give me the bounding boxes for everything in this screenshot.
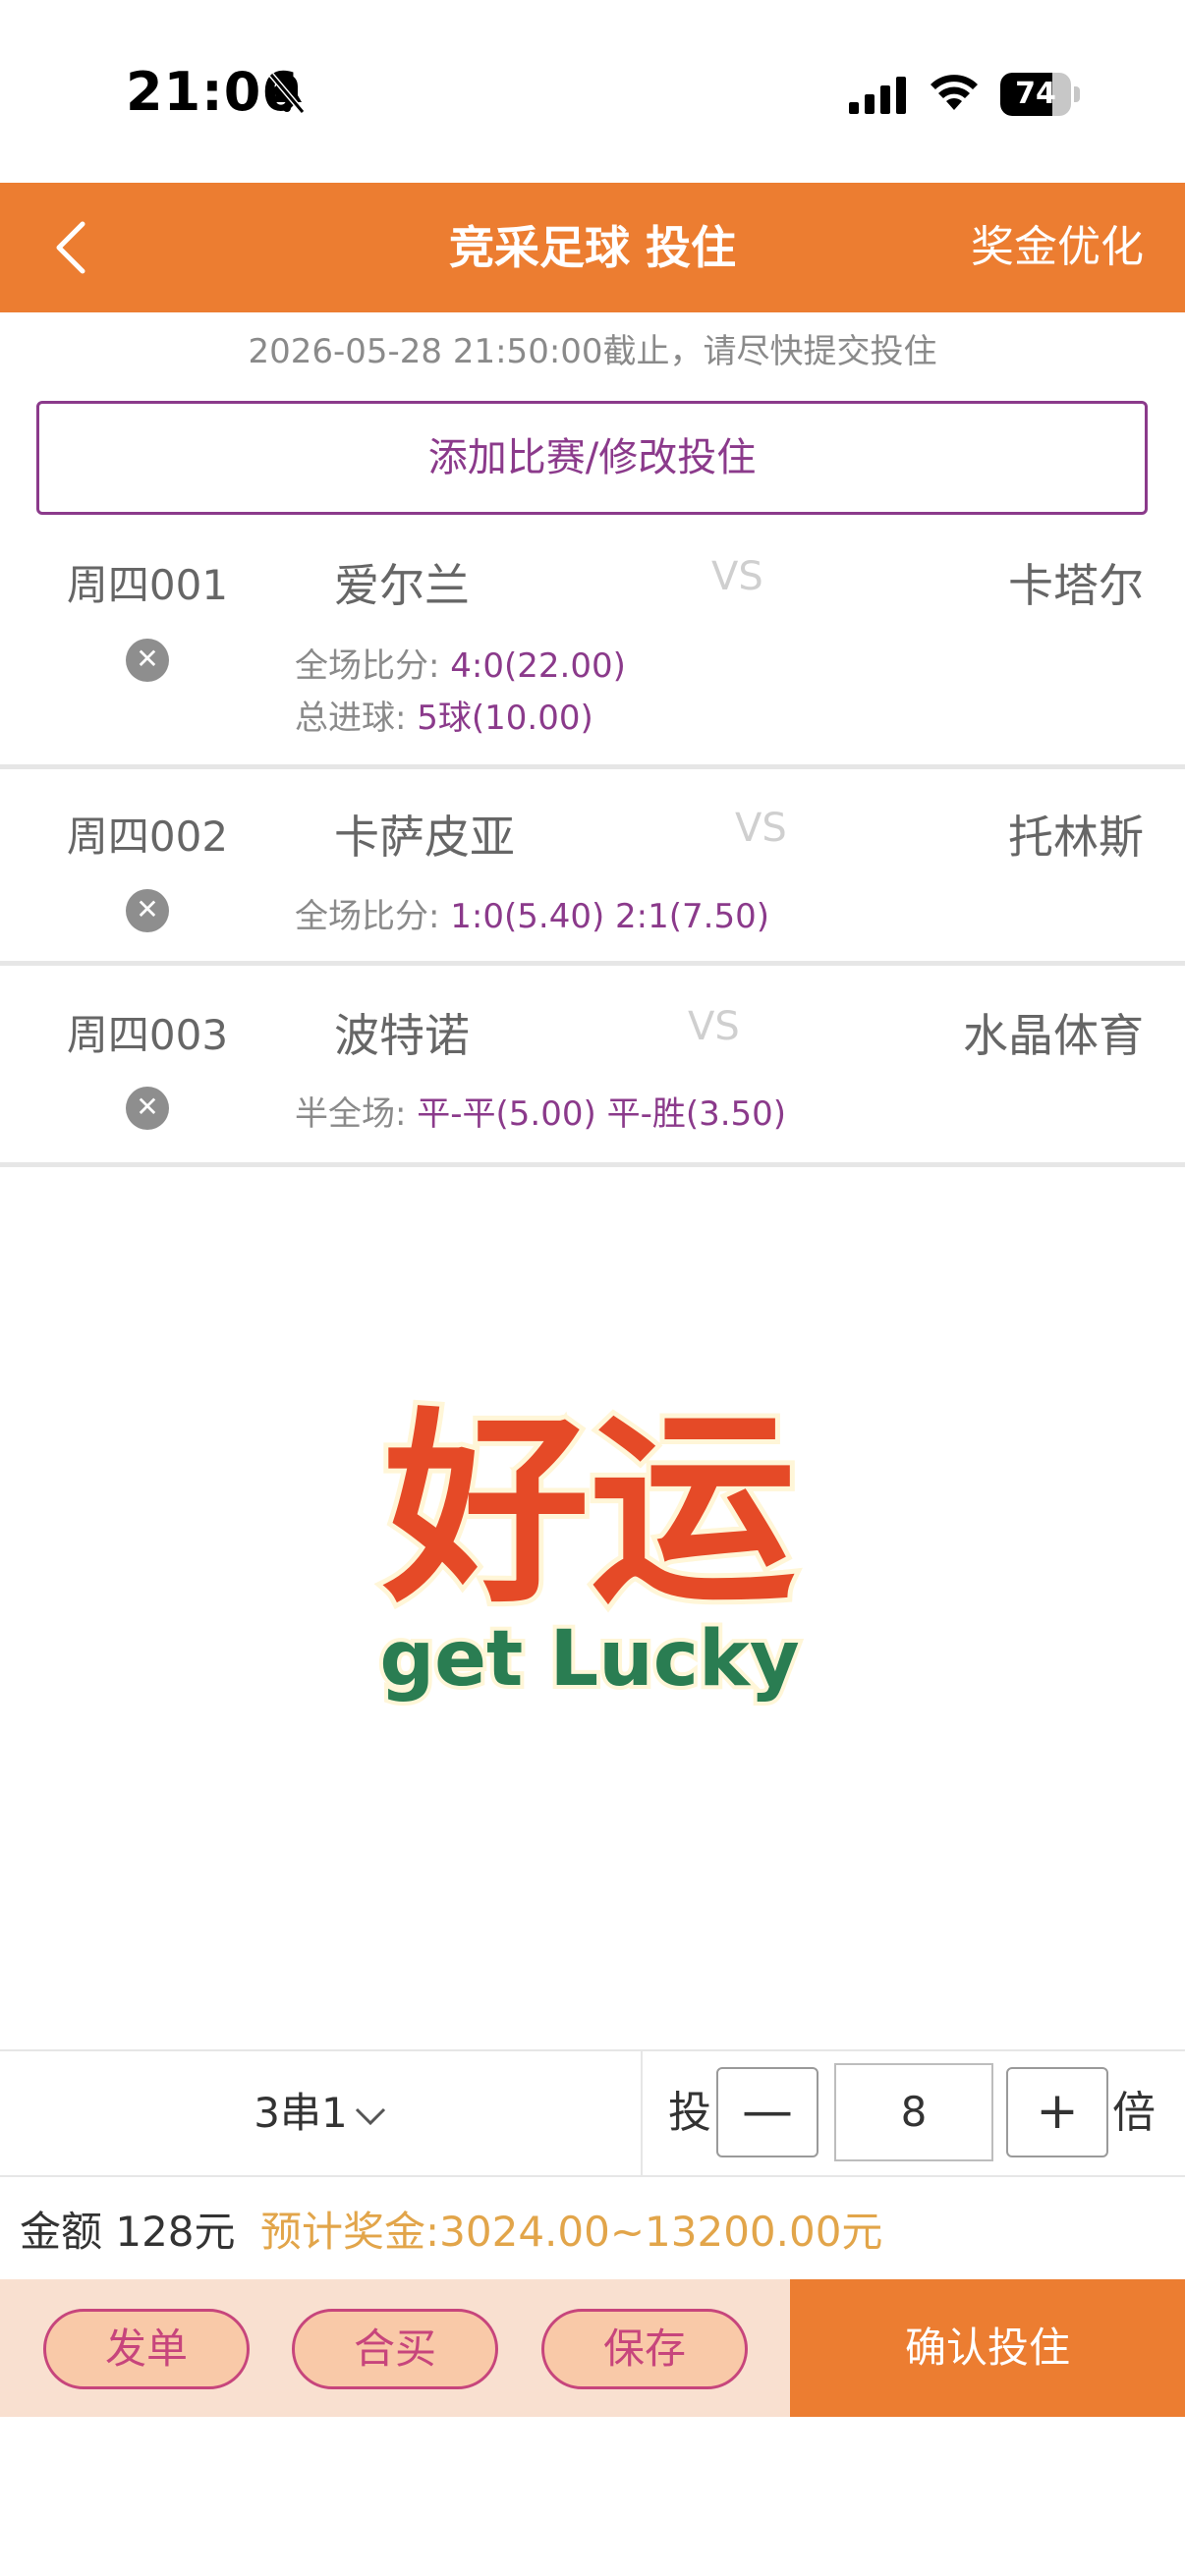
pass-type-value: 3串1 — [254, 2089, 348, 2137]
send-order-button[interactable]: 发单 — [43, 2309, 250, 2389]
wifi-icon — [931, 75, 978, 110]
match-code: 周四002 — [66, 812, 229, 861]
save-button[interactable]: 保存 — [541, 2309, 748, 2389]
home-team: 波特诺 — [334, 1009, 470, 1062]
battery-level: 74 — [1015, 77, 1056, 111]
match-code: 周四001 — [66, 561, 229, 609]
group-buy-button[interactable]: 合买 — [292, 2309, 498, 2389]
back-chevron-icon[interactable] — [51, 218, 90, 277]
home-team: 卡萨皮亚 — [334, 811, 515, 864]
vs-label: VS — [735, 806, 787, 851]
bet-amount: 金额 128元 — [20, 2208, 236, 2256]
multiplier-suffix: 倍 — [1112, 2088, 1156, 2138]
pick-line: 全场比分: 4:0(22.00) — [295, 646, 626, 686]
multiplier-prefix: 投 — [668, 2088, 711, 2138]
deadline-notice: 2026-05-28 21:50:00截止，请尽快提交投住 — [248, 332, 937, 371]
pick-line: 半全场: 平-平(5.00) 平-胜(3.50) — [295, 1094, 787, 1134]
pick-line: 总进球: 5球(10.00) — [295, 699, 593, 738]
confirm-bet-button[interactable]: 确认投住 — [790, 2279, 1185, 2417]
increment-button[interactable]: + — [1006, 2067, 1108, 2157]
remove-match-icon[interactable]: ✕ — [126, 889, 169, 932]
pick-line: 全场比分: 1:0(5.40) 2:1(7.50) — [295, 897, 769, 936]
remove-match-icon[interactable]: ✕ — [126, 639, 169, 682]
divider — [0, 2175, 1185, 2177]
expected-prize: 预计奖金:3024.00~13200.00元 — [260, 2208, 883, 2256]
sticker-bottom-text: get Lucky — [379, 1615, 799, 1704]
vs-label: VS — [711, 554, 763, 599]
cellular-signal-icon — [849, 77, 906, 114]
battery-icon: 74 — [1000, 73, 1080, 116]
multiplier-input[interactable]: 8 — [834, 2063, 993, 2161]
bonus-optimize-button[interactable]: 奖金优化 — [971, 183, 1144, 312]
chevron-down-icon — [355, 2107, 385, 2125]
sticker-top-text: 好运 — [382, 1390, 796, 1631]
match-row — [0, 966, 1185, 1167]
away-team: 卡塔尔 — [1008, 559, 1144, 612]
match-code: 周四003 — [66, 1011, 229, 1059]
pass-type-select[interactable]: 3串1 — [0, 2051, 641, 2175]
bell-muted-icon — [268, 73, 306, 114]
remove-match-icon[interactable]: ✕ — [126, 1087, 169, 1130]
divider — [641, 2051, 643, 2175]
decrement-button[interactable]: — — [716, 2067, 818, 2157]
good-luck-sticker: 好运 get Lucky — [375, 1385, 803, 1708]
away-team: 托林斯 — [1008, 811, 1144, 864]
home-team: 爱尔兰 — [334, 559, 470, 612]
vs-label: VS — [688, 1004, 740, 1049]
add-match-button[interactable]: 添加比赛/修改投住 — [36, 401, 1148, 515]
away-team: 水晶体育 — [963, 1009, 1144, 1062]
